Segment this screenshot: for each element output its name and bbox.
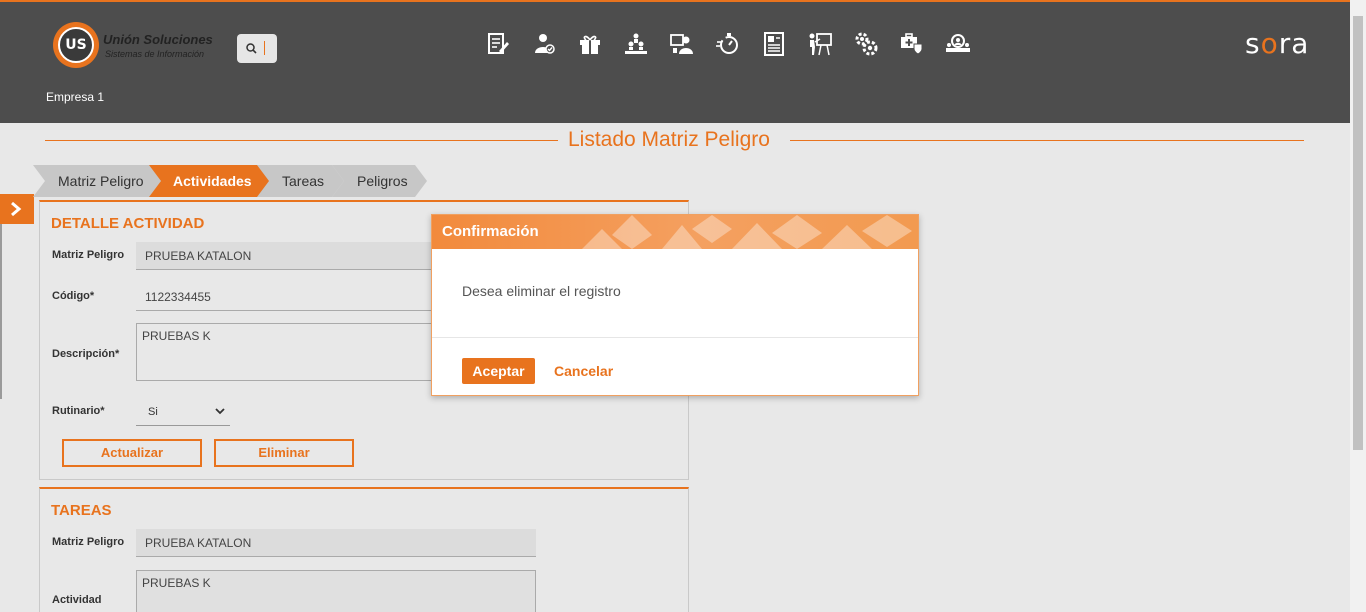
- union-soluciones-logo[interactable]: US Unión Soluciones Sistemas de Informac…: [53, 22, 218, 70]
- header-pattern-decoration: [582, 215, 912, 249]
- dialog-message: Desea eliminar el registro: [462, 283, 621, 299]
- search-icon: [246, 43, 257, 54]
- logo-title: Unión Soluciones: [103, 32, 213, 47]
- descripcion-label: Descripción*: [52, 348, 120, 360]
- title-line-left: [45, 140, 558, 141]
- top-header: US Unión Soluciones Sistemas de Informac…: [0, 0, 1350, 123]
- brand-part-1: s: [1245, 27, 1261, 60]
- breadcrumb-actividades[interactable]: Actividades: [149, 165, 270, 197]
- page-title-bar: Listado Matriz Peligro: [45, 126, 1304, 154]
- logo-subtitle: Sistemas de Información: [105, 49, 205, 59]
- logo-mark: US: [58, 27, 94, 63]
- matriz-peligro-label: Matriz Peligro: [52, 249, 125, 261]
- breadcrumb-matriz-peligro[interactable]: Matriz Peligro: [33, 165, 166, 197]
- rutinario-select[interactable]: Si: [136, 398, 230, 426]
- chevron-down-icon: [215, 408, 225, 415]
- page-title: Listado Matriz Peligro: [568, 128, 770, 151]
- module-nav: [485, 30, 991, 60]
- logo-circle: US: [53, 22, 99, 68]
- brand-part-3: ra: [1278, 27, 1310, 60]
- scrollbar-thumb[interactable]: [1353, 16, 1363, 450]
- id-card-icon[interactable]: [761, 30, 787, 58]
- document-edit-icon[interactable]: [485, 30, 511, 58]
- delete-button[interactable]: Eliminar: [214, 439, 354, 467]
- company-name[interactable]: Empresa 1: [46, 90, 104, 104]
- breadcrumb-peligros[interactable]: Peligros: [332, 165, 427, 197]
- sora-brand-logo: sora: [1245, 27, 1309, 60]
- confirmation-dialog: Confirmación Desea eliminar el registro …: [431, 214, 919, 396]
- rutinario-label: Rutinario*: [52, 405, 105, 417]
- breadcrumb-tareas[interactable]: Tareas: [257, 165, 344, 197]
- page-scrollbar[interactable]: [1350, 0, 1366, 612]
- stopwatch-icon[interactable]: [715, 30, 741, 58]
- cancel-button[interactable]: Cancelar: [554, 358, 613, 384]
- gift-icon[interactable]: [577, 30, 603, 58]
- sidebar-edge: [0, 224, 2, 399]
- actividad-field: PRUEBAS K: [136, 570, 536, 612]
- group-search-icon[interactable]: [945, 30, 971, 58]
- team-pyramid-icon[interactable]: [623, 30, 649, 58]
- update-button[interactable]: Actualizar: [62, 439, 202, 467]
- rutinario-value: Si: [148, 406, 158, 418]
- user-check-icon[interactable]: [531, 30, 557, 58]
- sidebar-toggle-button[interactable]: [0, 194, 34, 224]
- user-board-icon[interactable]: [669, 30, 695, 58]
- codigo-label: Código*: [52, 290, 95, 302]
- dialog-title: Confirmación: [442, 223, 539, 240]
- tareas-matriz-field: PRUEBA KATALON: [136, 529, 536, 557]
- dialog-divider: [432, 337, 918, 338]
- search-caret: [264, 41, 265, 55]
- gears-icon[interactable]: [853, 30, 879, 58]
- dialog-header: Confirmación: [432, 215, 918, 249]
- shield-medkit-icon[interactable]: [899, 30, 925, 58]
- search-button[interactable]: [237, 34, 277, 63]
- presenter-icon[interactable]: [807, 30, 833, 58]
- tareas-panel: TAREAS Matriz Peligro PRUEBA KATALON Act…: [39, 487, 689, 612]
- detalle-actividad-title: DETALLE ACTIVIDAD: [51, 215, 205, 232]
- actividad-label: Actividad: [52, 594, 102, 606]
- tareas-title: TAREAS: [51, 502, 112, 519]
- accept-button[interactable]: Aceptar: [462, 358, 535, 384]
- brand-part-2: o: [1260, 27, 1279, 60]
- chevron-right-icon: [11, 201, 22, 217]
- title-line-right: [790, 140, 1304, 141]
- tareas-matriz-label: Matriz Peligro: [52, 536, 125, 548]
